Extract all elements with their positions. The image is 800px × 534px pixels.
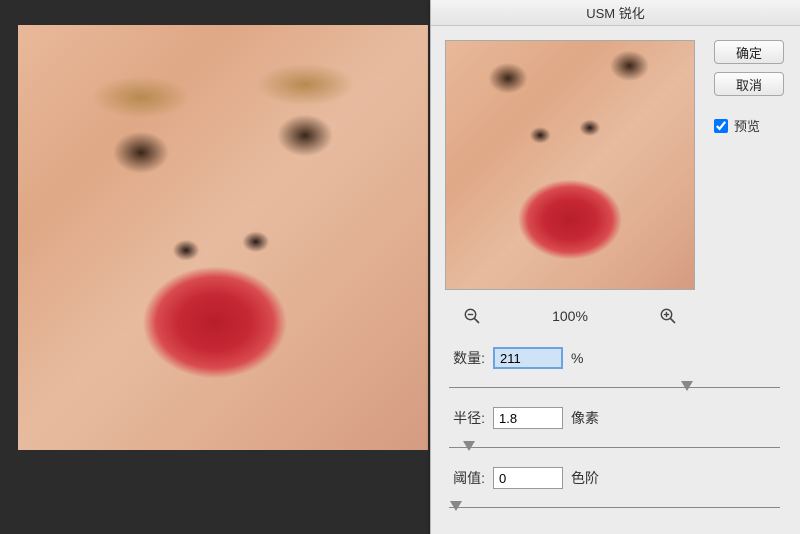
dialog-titlebar[interactable]: USM 锐化	[431, 0, 800, 26]
radius-label: 半径:	[445, 408, 485, 428]
document-image[interactable]	[18, 25, 428, 450]
radius-slider[interactable]	[449, 438, 780, 458]
preview-checkbox-row[interactable]: 预览	[714, 116, 784, 135]
amount-unit: %	[571, 350, 583, 366]
amount-input[interactable]	[493, 347, 563, 369]
dialog-title: USM 锐化	[586, 3, 645, 22]
threshold-unit: 色阶	[571, 468, 599, 488]
zoom-level: 100%	[552, 308, 588, 324]
radius-row: 半径: 像素	[445, 406, 784, 430]
preview-thumbnail[interactable]	[445, 40, 695, 290]
slider-track	[449, 507, 780, 508]
cancel-button[interactable]: 取消	[714, 72, 784, 96]
amount-slider[interactable]	[449, 378, 780, 398]
amount-row: 数量: %	[445, 346, 784, 370]
dialog-button-column: 确定 取消 预览	[714, 40, 784, 135]
preview-checkbox-label: 预览	[734, 116, 760, 135]
slider-thumb[interactable]	[463, 441, 475, 451]
radius-unit: 像素	[571, 408, 599, 428]
ok-button[interactable]: 确定	[714, 40, 784, 64]
slider-track	[449, 387, 780, 388]
preview-checkbox[interactable]	[714, 119, 728, 133]
threshold-slider[interactable]	[449, 498, 780, 518]
slider-thumb[interactable]	[450, 501, 462, 511]
parameter-group: 数量: % 半径: 像素 阈值: 色阶	[445, 346, 784, 518]
zoom-out-icon[interactable]	[463, 307, 481, 325]
zoom-controls: 100%	[445, 302, 695, 330]
slider-track	[449, 447, 780, 448]
dialog-body: 100% 确定 取消 预览 数量: % 半径:	[431, 26, 800, 534]
slider-thumb[interactable]	[681, 381, 693, 391]
threshold-label: 阈值:	[445, 468, 485, 488]
amount-label: 数量:	[445, 348, 485, 368]
threshold-input[interactable]	[493, 467, 563, 489]
radius-input[interactable]	[493, 407, 563, 429]
threshold-row: 阈值: 色阶	[445, 466, 784, 490]
usm-sharpen-dialog: USM 锐化 100% 确定 取消 预览 数量: %	[430, 0, 800, 534]
zoom-in-icon[interactable]	[659, 307, 677, 325]
